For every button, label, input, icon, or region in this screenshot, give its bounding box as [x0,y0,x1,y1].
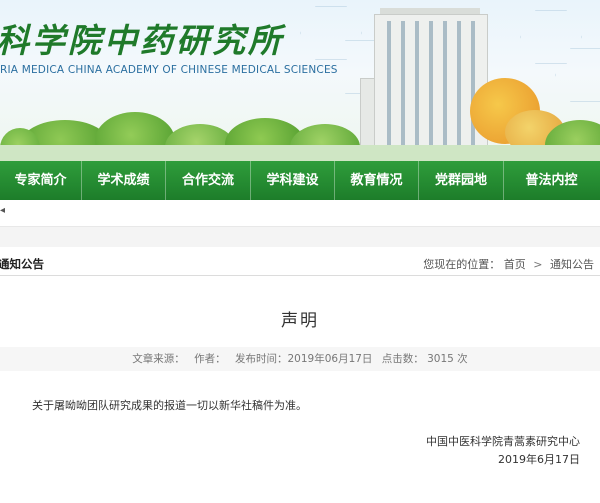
section-title: 通知公告 [0,257,44,271]
nav-item-cooperation[interactable]: 合作交流 [165,161,250,200]
breadcrumb-separator: > [533,258,543,271]
content-header: 通知公告 您现在的位置： 首页 > 通知公告 [0,251,600,276]
article-title: 声明 [281,311,319,331]
breadcrumb: 您现在的位置： 首页 > 通知公告 [423,256,594,272]
nav-item-party[interactable]: 党群园地 [418,161,503,200]
sub-bar-edge-mark: ◂ [0,205,6,216]
site-banner: 科学院中药研究所 RIA MEDICA CHINA ACADEMY OF CHI… [0,0,600,161]
site-subtitle: RIA MEDICA CHINA ACADEMY OF CHINESE MEDI… [0,64,338,76]
breadcrumb-current[interactable]: 通知公告 [550,256,594,272]
nav-item-experts[interactable]: 专家简介 [0,161,81,200]
meta-views: 点击数： 3015 次 [381,353,468,365]
ground [0,145,600,161]
article-meta: 文章来源： 作者： 发布时间：2019年06月17日 点击数： 3015 次 [0,347,600,371]
meta-source: 文章来源： [132,353,185,365]
breadcrumb-prefix: 您现在的位置： [423,258,501,271]
nav-item-law[interactable]: 普法内控 [503,161,599,200]
nav-item-education[interactable]: 教育情况 [334,161,418,200]
breadcrumb-home[interactable]: 首页 [504,256,526,272]
sub-bar: ◂ [0,200,600,226]
article-body: 关于屠呦呦团队研究成果的报道一切以新华社稿件为准。 [32,399,307,412]
meta-published: 发布时间：2019年06月17日 [234,353,373,365]
building-image [360,8,500,161]
meta-author: 作者： [194,353,226,365]
nav-item-disciplines[interactable]: 学科建设 [250,161,334,200]
site-title: 科学院中药研究所 [0,21,284,60]
grey-strip [0,226,600,247]
main-nav: 专家简介 学术成绩 合作交流 学科建设 教育情况 党群园地 普法内控 [0,161,600,200]
nav-item-academic[interactable]: 学术成绩 [81,161,165,200]
signature-org: 中国中医科学院青蒿素研究中心 [426,435,580,448]
signature-date: 2019年6月17日 [498,453,580,466]
